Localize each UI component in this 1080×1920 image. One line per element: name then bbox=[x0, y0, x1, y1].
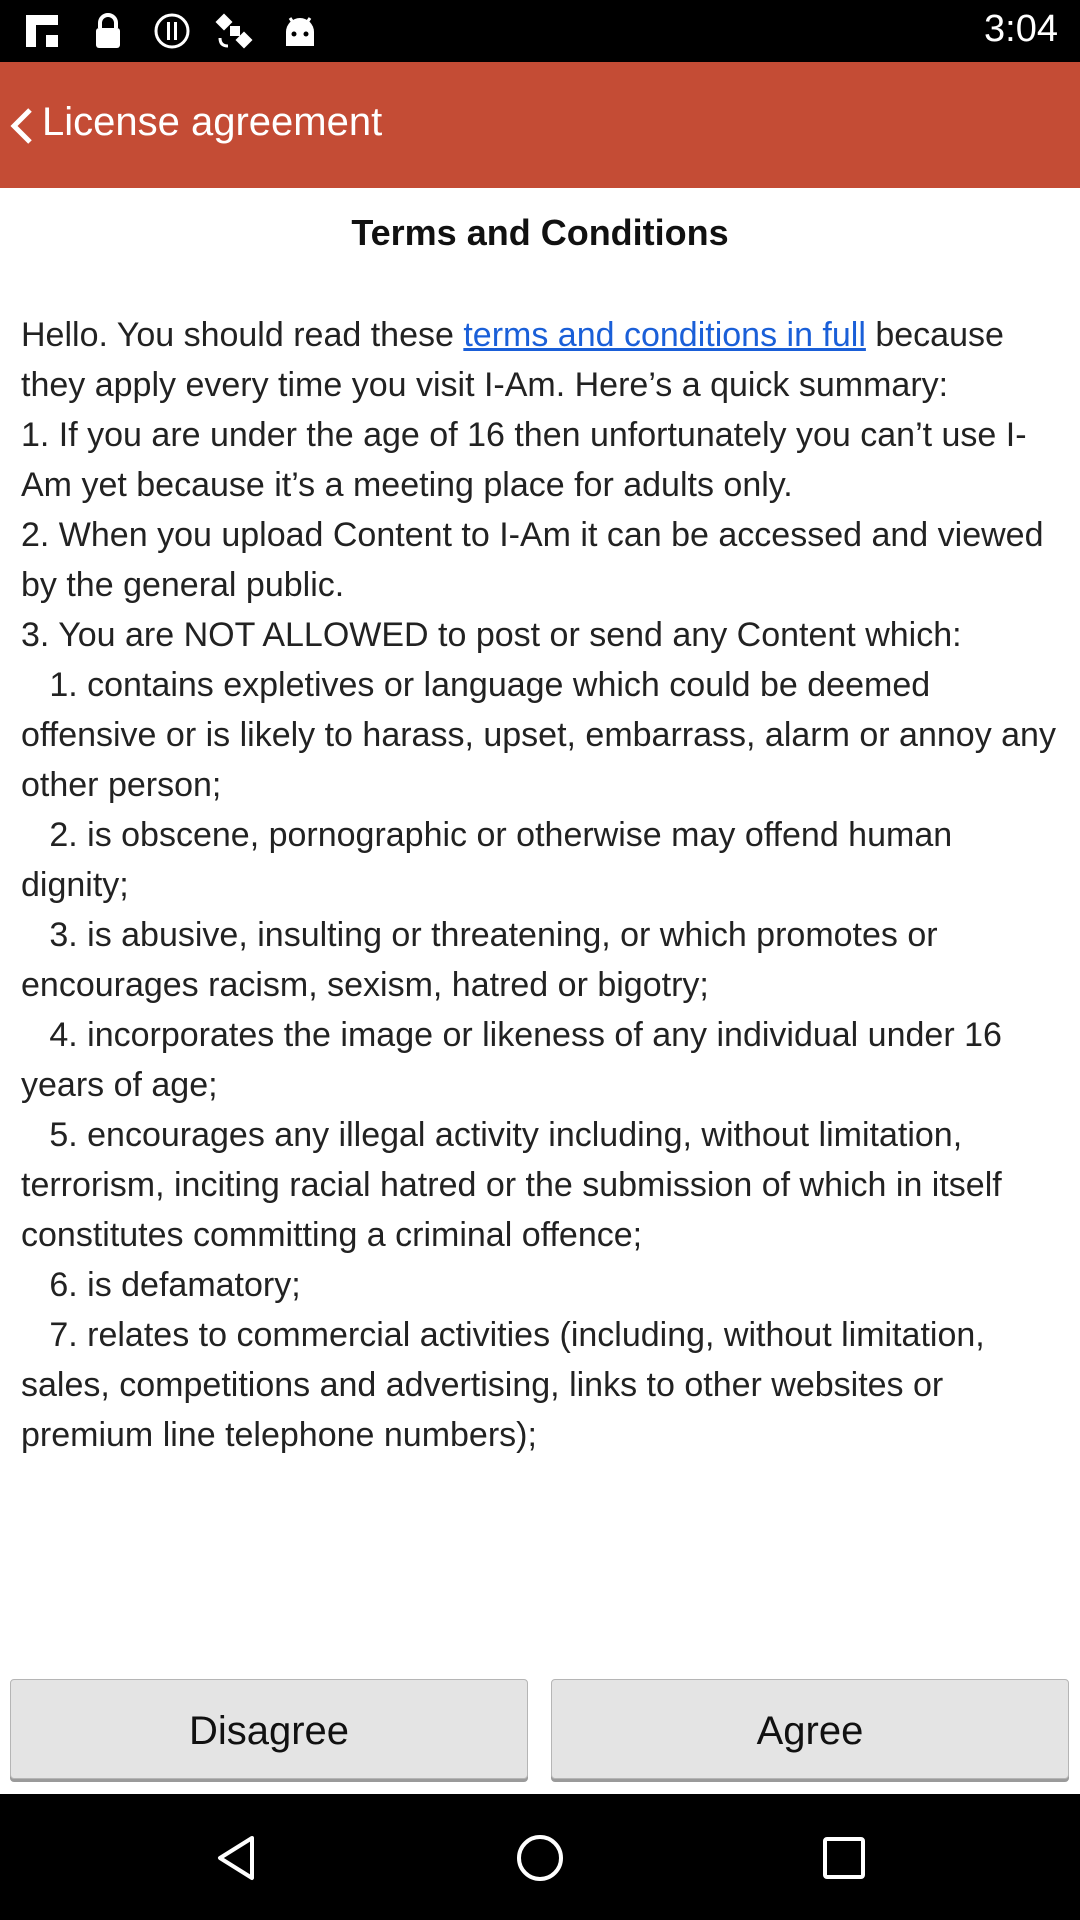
app-bar: License agreement bbox=[0, 62, 1080, 188]
terms-point: 1. If you are under the age of 16 then u… bbox=[21, 416, 1027, 504]
page-title: License agreement bbox=[42, 100, 383, 144]
disagree-button[interactable]: Disagree bbox=[10, 1679, 528, 1779]
terms-subpoint: 2. is obscene, pornographic or otherwise… bbox=[21, 816, 962, 904]
back-triangle-icon[interactable] bbox=[210, 1832, 262, 1884]
terms-subpoint: 1. contains expletives or language which… bbox=[21, 666, 1066, 804]
flipboard-icon bbox=[26, 15, 58, 47]
home-circle-icon[interactable] bbox=[514, 1832, 566, 1884]
terms-subpoint: 7. relates to commercial activities (inc… bbox=[21, 1316, 995, 1454]
agree-button[interactable]: Agree bbox=[551, 1679, 1069, 1779]
android-icon bbox=[286, 17, 314, 46]
terms-intro: Hello. You should read these terms and c… bbox=[21, 310, 1061, 410]
chevron-left-icon[interactable] bbox=[6, 106, 40, 146]
button-bar: Disagree Agree bbox=[0, 1671, 1080, 1794]
terms-point: 3. You are NOT ALLOWED to post or send a… bbox=[21, 616, 962, 654]
terms-title: Terms and Conditions bbox=[351, 212, 729, 253]
terms-scroll-area[interactable]: Terms and Conditions Hello. You should r… bbox=[0, 188, 1080, 1671]
recents-square-icon[interactable] bbox=[818, 1832, 870, 1884]
satellite-icon bbox=[215, 13, 253, 49]
terms-full-link[interactable]: terms and conditions in full bbox=[463, 316, 866, 354]
terms-subpoint: 3. is abusive, insulting or threatening,… bbox=[21, 916, 948, 1004]
terms-subpoint: 5. encourages any illegal activity inclu… bbox=[21, 1116, 1012, 1254]
navigation-bar bbox=[0, 1794, 1080, 1920]
terms-body: Hello. You should read these terms and c… bbox=[21, 310, 1061, 1460]
terms-point: 2. When you upload Content to I-Am it ca… bbox=[21, 516, 1053, 604]
lock-icon bbox=[96, 13, 120, 48]
intro-text: Hello. You should read these bbox=[21, 316, 464, 354]
info-icon bbox=[154, 13, 190, 49]
status-bar: 3:04 bbox=[0, 0, 1080, 62]
status-time: 3:04 bbox=[984, 8, 1058, 50]
terms-subpoint: 4. incorporates the image or likeness of… bbox=[21, 1016, 1012, 1104]
terms-subpoint: 6. is defamatory; bbox=[21, 1266, 301, 1304]
